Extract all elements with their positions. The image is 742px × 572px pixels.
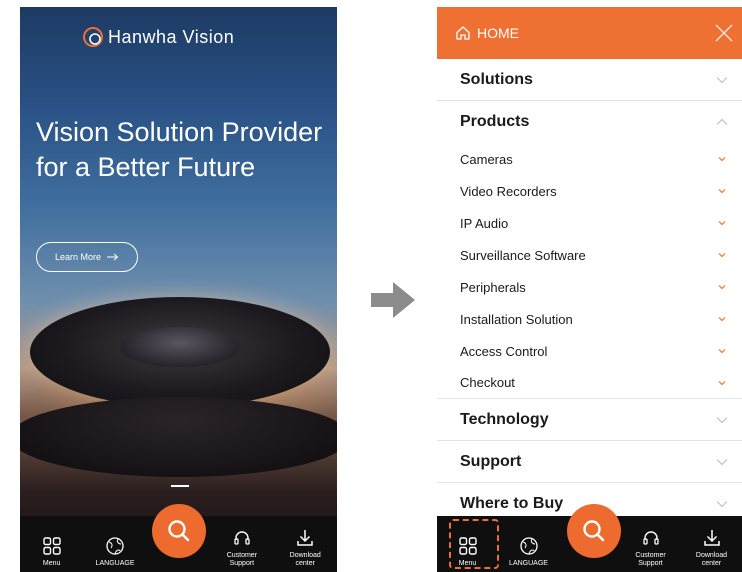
submenu-item-label: Cameras [460, 151, 513, 167]
chevron-down-icon [716, 76, 728, 83]
menu-item-solutions[interactable]: Solutions [437, 59, 742, 101]
submenu-item-cameras[interactable]: Cameras [437, 143, 742, 175]
download-label-1: Download [695, 552, 728, 559]
customer-support-label-1: Customer [226, 552, 258, 559]
hero-title: Vision Solution Provider for a Better Fu… [36, 117, 323, 182]
search-button[interactable] [152, 504, 206, 558]
chevron-down-icon [718, 380, 726, 385]
menu-item-label: Products [460, 113, 530, 130]
submenu-item-peripherals[interactable]: Peripherals [437, 271, 742, 303]
menu-item-label: Where to Buy [460, 494, 564, 512]
arrow-right-icon [107, 253, 119, 261]
search-icon [583, 520, 605, 542]
submenu-item-video-recorders[interactable]: Video Recorders [437, 175, 742, 207]
menu-screen: HOME Solutions Products Cameras Video Re… [437, 7, 742, 572]
download-label-1: Download [289, 552, 321, 559]
submenu-item-access-control[interactable]: Access Control [437, 335, 742, 367]
headset-icon [234, 531, 250, 545]
menu-item-products[interactable]: Products [437, 101, 742, 143]
submenu-item-label: Checkout [460, 375, 515, 390]
search-icon [168, 520, 190, 542]
nav-customer-support[interactable]: Customer Support [213, 528, 271, 568]
home-icon [456, 26, 470, 40]
chevron-up-icon [716, 118, 728, 125]
learn-more-label: Learn More [54, 252, 102, 262]
transition-arrow-icon [371, 282, 415, 318]
submenu-item-label: Video Recorders [460, 183, 557, 199]
submenu-item-ip-audio[interactable]: IP Audio [437, 207, 742, 239]
chevron-down-icon [718, 349, 726, 354]
nav-language[interactable]: LANGUAGE [500, 536, 558, 568]
nav-customer-support[interactable]: Customer Support [622, 528, 680, 568]
submenu-item-label: IP Audio [460, 215, 509, 231]
chevron-down-icon [718, 221, 726, 226]
close-icon[interactable] [714, 23, 734, 43]
chevron-down-icon [718, 317, 726, 322]
nav-language-label: LANGUAGE [509, 560, 548, 567]
home-bar[interactable]: HOME [437, 7, 742, 59]
submenu-item-label: Installation Solution [460, 311, 573, 327]
menu-item-technology[interactable]: Technology [437, 399, 742, 441]
globe-icon [106, 537, 124, 555]
menu-list: Solutions Products Cameras Video Recorde… [437, 59, 742, 525]
menu-item-label: Support [460, 452, 522, 470]
globe-icon [519, 537, 538, 555]
menu-item-label: Solutions [460, 70, 533, 88]
chevron-down-icon [718, 253, 726, 258]
learn-more-button[interactable]: Learn More [36, 242, 138, 272]
home-label: HOME [477, 25, 519, 41]
chevron-down-icon [716, 500, 728, 507]
download-label-2: center [701, 560, 722, 567]
customer-support-label-2: Support [229, 560, 255, 567]
submenu-item-label: Surveillance Software [460, 247, 586, 263]
menu-item-label: Technology [460, 410, 549, 428]
chevron-down-icon [716, 416, 728, 423]
search-button[interactable] [567, 504, 621, 558]
nav-menu[interactable]: Menu [23, 536, 81, 568]
slide-indicator[interactable] [171, 485, 189, 487]
download-icon [703, 530, 720, 546]
customer-support-label-1: Customer [635, 552, 666, 559]
home-screen: Hanwha Vision Vision Solution Provider f… [20, 7, 337, 572]
brand-logo[interactable]: Hanwha Vision [82, 26, 234, 48]
chevron-down-icon [716, 458, 728, 465]
menu-highlight-box [449, 519, 499, 569]
nav-language-label: LANGUAGE [95, 560, 135, 567]
chevron-down-icon [718, 285, 726, 290]
headset-icon [642, 531, 659, 545]
bottom-nav: Menu LANGUAGE Customer Support Download ce… [20, 504, 337, 572]
brand-name: Hanwha Vision [108, 26, 235, 47]
submenu-item-label: Access Control [460, 343, 548, 359]
nav-menu-label: Menu [42, 560, 61, 567]
hanwha-logo-icon [83, 27, 103, 47]
chevron-down-icon [718, 189, 726, 194]
submenu-item-installation-solution[interactable]: Installation Solution [437, 303, 742, 335]
download-label-2: center [295, 560, 315, 567]
nav-download-center[interactable]: Download center [683, 528, 741, 568]
submenu-item-checkout[interactable]: Checkout [437, 367, 742, 399]
download-icon [297, 530, 313, 546]
menu-item-support[interactable]: Support [437, 441, 742, 483]
submenu-item-label: Peripherals [460, 279, 526, 295]
submenu-item-surveillance-software[interactable]: Surveillance Software [437, 239, 742, 271]
customer-support-label-2: Support [638, 560, 663, 567]
nav-download-center[interactable]: Download center [276, 528, 334, 568]
nav-language[interactable]: LANGUAGE [86, 536, 144, 568]
chevron-down-icon [718, 157, 726, 162]
grid-icon [42, 537, 61, 555]
